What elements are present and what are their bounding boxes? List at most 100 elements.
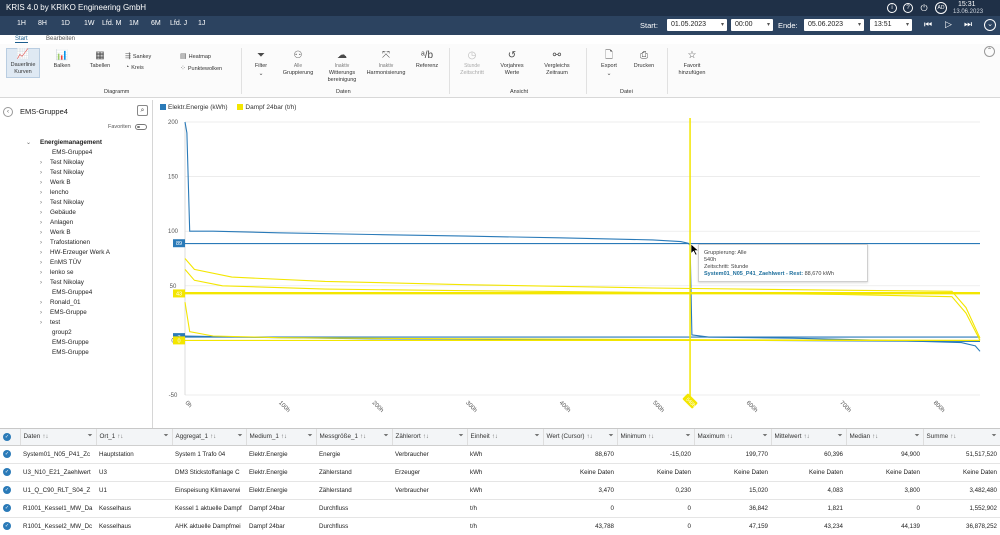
sort-icon[interactable]: ↑↓: [492, 434, 498, 440]
tab-bearbeiten[interactable]: Bearbeiten: [46, 36, 75, 42]
filter-icon[interactable]: ⏷: [459, 433, 464, 440]
sankey-button[interactable]: ⇶ Sankey: [125, 52, 151, 60]
filter-icon[interactable]: ⏷: [763, 433, 768, 440]
end-date-field[interactable]: 05.06.2023 ▾: [804, 19, 864, 31]
chevron-right-icon[interactable]: ›: [40, 168, 48, 178]
dropdown-circle-icon[interactable]: ⌄: [984, 19, 996, 31]
tabellen-button[interactable]: ▦ Tabellen: [84, 50, 116, 70]
kreis-button[interactable]: ◔ Kreis: [125, 64, 144, 71]
power-icon[interactable]: ⏻: [919, 3, 929, 13]
back-icon[interactable]: ‹: [3, 107, 13, 117]
referenz-button[interactable]: ᵃ/b Referenz: [413, 50, 441, 70]
series-line[interactable]: [184, 302, 981, 341]
range-1d[interactable]: 1D: [61, 20, 70, 27]
column-header[interactable]: Wert (Cursor) ↑↓ ⏷: [543, 429, 618, 446]
chevron-right-icon[interactable]: ›: [40, 178, 48, 188]
filter-icon[interactable]: ⏷: [686, 433, 691, 440]
tree-item[interactable]: › EnMS TÜV: [28, 258, 152, 268]
range-1m[interactable]: 1M: [129, 20, 139, 27]
skip-back-icon[interactable]: ⏮: [924, 19, 932, 30]
end-time-field[interactable]: 13:51 ▾: [870, 19, 912, 31]
filter-icon[interactable]: ⏷: [164, 433, 169, 440]
chevron-down-icon[interactable]: ⌄: [26, 138, 34, 148]
series-line[interactable]: [184, 121, 981, 352]
table-row[interactable]: ✓ R1001_Kessel2_MW_Dc Kesselhaus AHK aktuel…: [0, 517, 1000, 535]
select-all-cell[interactable]: ✓: [0, 429, 21, 446]
tree-item[interactable]: › HW-Erzeuger Werk A: [28, 248, 152, 258]
tree-item[interactable]: › Test Nikolay: [28, 168, 152, 178]
chevron-right-icon[interactable]: ›: [40, 228, 48, 238]
column-header[interactable]: Ort_1 ↑↓ ⏷: [96, 429, 173, 446]
export-button[interactable]: 🗋 Export ⌄: [595, 50, 623, 79]
vorjahreswerte-button[interactable]: ↺ Vorjahres Werte: [495, 50, 529, 77]
favorit-button[interactable]: ☆ Favorit hinzufügen: [673, 50, 711, 77]
column-header[interactable]: Mittelwert ↑↓ ⏷: [771, 429, 847, 446]
row-select-cell[interactable]: ✓: [0, 481, 20, 500]
legend-item-dampf[interactable]: Dampf 24bar (t/h): [237, 104, 296, 111]
row-select-cell[interactable]: ✓: [0, 445, 20, 464]
table-row[interactable]: ✓ R1001_Kessel1_MW_Da Kesselhaus Kessel 1 a…: [0, 499, 1000, 518]
filter-icon[interactable]: ⏷: [88, 433, 93, 440]
range-6m[interactable]: 6M: [151, 20, 161, 27]
tree-item[interactable]: › Gebäude: [28, 208, 152, 218]
filter-icon[interactable]: ⏷: [838, 433, 843, 440]
harmonisierung-button[interactable]: ⤧ Inaktiv Harmonisierung: [365, 50, 407, 77]
sort-icon[interactable]: ↑↓: [872, 434, 878, 440]
info-icon[interactable]: i: [887, 3, 897, 13]
favorites-toggle[interactable]: [135, 124, 147, 130]
chevron-right-icon[interactable]: ›: [40, 248, 48, 258]
sort-icon[interactable]: ↑↓: [360, 434, 366, 440]
punktewolken-button[interactable]: ⁘ Punktewolken: [180, 64, 222, 72]
filter-icon[interactable]: ⏷: [535, 433, 540, 440]
tree-item[interactable]: › Werk B: [28, 178, 152, 188]
column-header[interactable]: Aggregat_1 ↑↓ ⏷: [172, 429, 247, 446]
sort-icon[interactable]: ↑↓: [281, 434, 287, 440]
column-header[interactable]: Medium_1 ↑↓ ⏷: [246, 429, 317, 446]
filter-icon[interactable]: ⏷: [384, 433, 389, 440]
range-lfd-m[interactable]: Lfd. M: [102, 20, 121, 27]
help-icon[interactable]: ?: [903, 3, 913, 13]
legend-item-elektr[interactable]: Elektr.Energie (kWh): [160, 104, 228, 111]
column-header[interactable]: Messgröße_1 ↑↓ ⏷: [316, 429, 393, 446]
sort-icon[interactable]: ↑↓: [117, 434, 123, 440]
table-row[interactable]: ✓ U3_N10_E21_Zaehlwert U3 DM3 Stickstoffanl…: [0, 463, 1000, 482]
sort-icon[interactable]: ↑↓: [950, 434, 956, 440]
tree-item[interactable]: EMS-Gruppe4: [28, 288, 152, 298]
range-1w[interactable]: 1W: [84, 20, 95, 27]
tree-item[interactable]: EMS-Gruppe: [28, 338, 152, 348]
tree-item[interactable]: › EMS-Gruppe: [28, 308, 152, 318]
filter-icon[interactable]: ⏷: [609, 433, 614, 440]
tab-start[interactable]: Start: [15, 36, 28, 43]
gruppierung-button[interactable]: ⚇ Alle Gruppierung: [280, 50, 316, 77]
check-icon[interactable]: ✓: [3, 450, 11, 458]
chevron-right-icon[interactable]: ›: [40, 208, 48, 218]
tree-item[interactable]: › Trafostationen: [28, 238, 152, 248]
check-icon[interactable]: ✓: [3, 504, 11, 512]
sort-icon[interactable]: ↑↓: [210, 434, 216, 440]
heatmap-button[interactable]: ▤ Heatmap: [180, 52, 211, 60]
range-lfd-j[interactable]: Lfd. J: [170, 20, 187, 27]
vergleichszeitraum-button[interactable]: ⚯ Vergleichs Zeitraum: [538, 50, 576, 77]
row-select-cell[interactable]: ✓: [0, 499, 20, 518]
drucken-button[interactable]: ⎙ Drucken: [630, 50, 658, 70]
skip-forward-icon[interactable]: ⏭: [964, 19, 972, 30]
filter-icon[interactable]: ⏷: [915, 433, 920, 440]
tree-item[interactable]: › test: [28, 318, 152, 328]
tree-item[interactable]: › lencho: [28, 188, 152, 198]
column-header[interactable]: Einheit ↑↓ ⏷: [467, 429, 544, 446]
chevron-right-icon[interactable]: ›: [40, 188, 48, 198]
sort-icon[interactable]: ↑↓: [803, 434, 809, 440]
row-select-cell[interactable]: ✓: [0, 463, 20, 482]
table-row[interactable]: ✓ U1_Q_C90_RLT_S04_Z U1 Einspeisung Klimave…: [0, 481, 1000, 500]
range-1h[interactable]: 1H: [17, 20, 26, 27]
play-icon[interactable]: ▷: [945, 19, 952, 30]
sort-icon[interactable]: ↑↓: [587, 434, 593, 440]
tree-item[interactable]: › Anlagen: [28, 218, 152, 228]
column-header[interactable]: Maximum ↑↓ ⏷: [694, 429, 772, 446]
chevron-right-icon[interactable]: ›: [40, 318, 48, 328]
column-header[interactable]: Daten ↑↓ ⏷: [20, 429, 97, 446]
filter-icon[interactable]: ⏷: [238, 433, 243, 440]
chevron-right-icon[interactable]: ›: [40, 238, 48, 248]
check-icon[interactable]: ✓: [3, 432, 11, 441]
collapse-ribbon-button[interactable]: ⌃: [984, 46, 995, 57]
